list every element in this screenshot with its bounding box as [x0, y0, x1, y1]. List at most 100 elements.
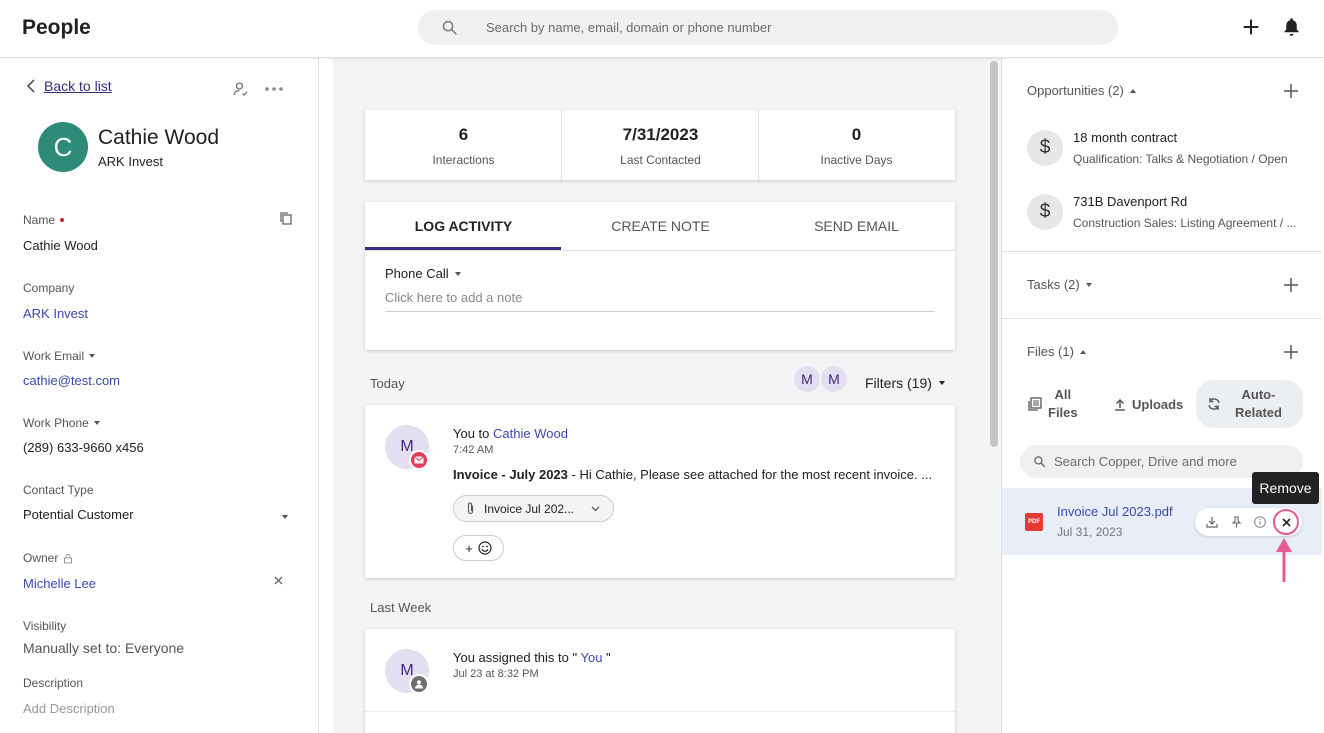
activity-target-link[interactable]: You [581, 650, 603, 665]
opportunity-title[interactable]: 18 month contract [1073, 130, 1177, 145]
stat-value: 6 [458, 125, 469, 144]
chevron-down-icon[interactable] [591, 506, 600, 512]
files-tab-all[interactable]: All Files [1028, 380, 1108, 428]
assign-user-icon[interactable] [232, 80, 250, 98]
caret-down-icon[interactable] [89, 354, 96, 358]
files-tab-auto-related[interactable]: Auto- Related [1196, 380, 1303, 428]
stats-card: 6 Interactions 7/31/2023 Last Contacted … [365, 110, 955, 180]
related-panel: Opportunities (2) $ 18 month contract Qu… [1002, 58, 1324, 733]
close-icon [1281, 517, 1291, 527]
back-to-list-link[interactable]: Back to list [26, 78, 112, 94]
files-header[interactable]: Files (1) [1027, 344, 1086, 359]
add-reaction-plus: + [465, 540, 473, 556]
activity-suffix: " [602, 650, 611, 665]
contact-type-select[interactable]: Potential Customer [23, 507, 134, 522]
dollar-icon: $ [1027, 194, 1063, 230]
work-phone-label: Work Phone [23, 416, 100, 430]
description-field[interactable]: Add Description [23, 701, 115, 716]
pointer-arrow-icon [1276, 538, 1292, 582]
visibility-field[interactable]: Manually set to: Everyone [23, 640, 184, 656]
top-bar: People [0, 0, 1324, 58]
work-email-label: Work Email [23, 349, 96, 363]
opportunity-subtitle: Construction Sales: Listing Agreement / … [1073, 216, 1297, 230]
download-icon[interactable] [1206, 516, 1218, 528]
attachment-chip[interactable]: Invoice Jul 202... [453, 495, 614, 522]
tab-line: Files [1048, 405, 1078, 420]
add-file-icon[interactable] [1284, 345, 1298, 359]
remove-tooltip: Remove [1252, 472, 1319, 504]
pin-icon[interactable] [1231, 516, 1242, 528]
notifications-bell-icon[interactable] [1281, 16, 1302, 38]
caret-down-icon[interactable] [282, 515, 288, 519]
info-icon[interactable] [1254, 516, 1266, 528]
files-tab-uploads[interactable]: Uploads [1114, 380, 1198, 428]
filter-avatar[interactable]: M [792, 364, 822, 394]
search-icon [1034, 456, 1046, 468]
search-icon [441, 19, 458, 36]
email-preview[interactable]: Invoice - July 2023 - Hi Cathie, Please … [453, 467, 943, 482]
work-email-field[interactable]: cathie@test.com [23, 373, 120, 388]
tab-log-activity[interactable]: LOG ACTIVITY [365, 202, 562, 250]
contact-company: ARK Invest [98, 154, 164, 169]
work-phone-label-text: Work Phone [23, 416, 89, 430]
opportunity-subtitle: Qualification: Talks & Negotiation / Ope… [1073, 152, 1288, 166]
page-title: People [22, 16, 91, 39]
activity-type-select[interactable]: Phone Call [385, 266, 461, 281]
tab-line: Related [1235, 405, 1282, 420]
activity-time: 7:42 AM [453, 444, 494, 456]
remove-file-button[interactable] [1273, 509, 1299, 535]
global-search[interactable] [418, 10, 1118, 45]
filters-button[interactable]: Filters (19) [865, 375, 945, 391]
add-task-icon[interactable] [1284, 278, 1298, 292]
add-opportunity-icon[interactable] [1284, 84, 1298, 98]
file-date: Jul 31, 2023 [1057, 525, 1123, 539]
name-label-text: Name [23, 213, 56, 227]
tasks-header[interactable]: Tasks (2) [1027, 277, 1092, 292]
opportunities-header[interactable]: Opportunities (2) [1027, 83, 1136, 98]
caret-down-icon[interactable] [93, 421, 100, 425]
activity-feed-area: 6 Interactions 7/31/2023 Last Contacted … [333, 58, 988, 733]
upload-icon [1115, 398, 1125, 411]
tasks-label: Tasks (2) [1027, 277, 1080, 292]
contact-details-panel: Back to list C Cathie Wood ARK Invest Na… [0, 58, 319, 733]
company-field[interactable]: ARK Invest [23, 306, 88, 321]
caret-down-icon [1085, 282, 1092, 287]
email-subject: Invoice - July 2023 [453, 467, 568, 482]
activity-card-email[interactable]: M You to Cathie Wood 7:42 AM Invoice - J… [365, 405, 955, 578]
visibility-label: Visibility [23, 619, 67, 633]
tab-send-email[interactable]: SEND EMAIL [758, 202, 955, 250]
emoji-icon [478, 541, 492, 555]
add-reaction-button[interactable]: + [453, 535, 504, 561]
contact-avatar: C [38, 122, 88, 172]
divider [1002, 318, 1322, 319]
divider [1002, 251, 1322, 252]
caret-up-icon [1079, 349, 1086, 354]
stat-value: 7/31/2023 [622, 125, 699, 144]
feed-scrollbar-thumb[interactable] [990, 61, 998, 447]
add-icon[interactable] [1240, 16, 1262, 38]
activity-target-link[interactable]: Cathie Wood [493, 426, 568, 441]
file-name-link[interactable]: Invoice Jul 2023.pdf [1057, 504, 1173, 519]
stat-last-contacted: 7/31/2023 Last Contacted [562, 110, 759, 180]
description-label: Description [23, 676, 84, 690]
tab-create-note[interactable]: CREATE NOTE [562, 202, 759, 250]
owner-field[interactable]: Michelle Lee [23, 576, 96, 591]
contact-type-label: Contact Type [23, 483, 94, 497]
copy-icon[interactable] [279, 211, 293, 226]
caret-down-icon [454, 271, 461, 276]
note-input[interactable]: Click here to add a note [385, 290, 935, 312]
name-field[interactable]: Cathie Wood [23, 238, 98, 253]
activity-card-assignment[interactable]: M You assigned this to " You " Jul 23 at… [365, 629, 955, 733]
activity-type-label: Phone Call [385, 266, 449, 281]
lock-icon [64, 553, 73, 563]
file-search-placeholder: Search Copper, Drive and more [1054, 454, 1237, 469]
opportunity-title[interactable]: 731B Davenport Rd [1073, 194, 1187, 209]
company-field-label: Company [23, 281, 75, 295]
activity-prefix: You to [453, 426, 494, 441]
stat-value: 0 [851, 125, 862, 144]
more-options-icon[interactable] [265, 87, 283, 91]
work-phone-field[interactable]: (289) 633-9660 x456 [23, 440, 144, 455]
clear-owner-icon[interactable] [274, 576, 283, 585]
search-input[interactable] [486, 10, 1086, 45]
filter-avatar[interactable]: M [819, 364, 849, 394]
